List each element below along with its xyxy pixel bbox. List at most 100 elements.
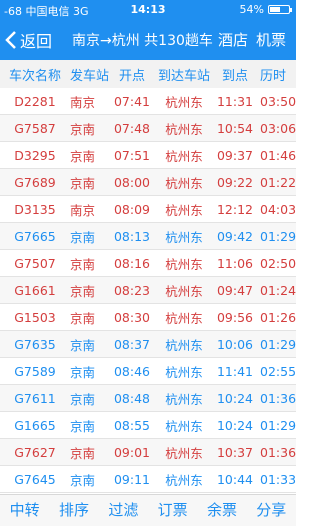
back-button[interactable]: 返回 [4, 28, 52, 52]
row-from: 京南 [70, 472, 96, 488]
header-dur[interactable]: 历时 [256, 60, 296, 88]
row-train: G7689 [14, 174, 56, 190]
row-train: D2281 [14, 93, 56, 109]
row-arr: 09:47 [216, 282, 254, 298]
row-train: G7665 [14, 228, 56, 244]
row-dep: 07:51 [113, 147, 151, 163]
hotel-button[interactable]: 酒店 [218, 29, 248, 50]
table-row[interactable]: G1661 京南 08:23 杭州东 09:47 01:24 [0, 277, 296, 304]
row-arr: 11:06 [216, 255, 254, 271]
row-arr: 10:06 [216, 336, 254, 352]
table-row[interactable]: G7587 京南 07:48 杭州东 10:54 03:06 [0, 115, 296, 142]
row-dep: 07:48 [113, 120, 151, 136]
row-train: G7507 [14, 255, 56, 271]
table-row[interactable]: G7627 京南 09:01 杭州东 10:37 01:36 [0, 439, 296, 466]
row-to: 杭州东 [165, 310, 203, 326]
header-to[interactable]: 到达车站 [154, 60, 214, 88]
train-list[interactable]: D2281 南京 07:41 杭州东 11:31 03:50 G7587 京南 07:48 杭州东… [0, 88, 296, 496]
row-dur: 04:03 [260, 201, 296, 217]
row-train: G7645 [14, 471, 56, 487]
row-dur: 03:06 [260, 120, 296, 136]
row-dep: 08:37 [113, 336, 151, 352]
header-from[interactable]: 发车站 [70, 60, 110, 88]
row-to: 杭州东 [165, 148, 203, 164]
row-train: G7627 [14, 444, 56, 460]
row-arr: 11:31 [216, 93, 254, 109]
flight-ticket-button[interactable]: 机票 [256, 29, 286, 50]
table-row[interactable]: G1503 京南 08:30 杭州东 09:56 01:26 [0, 304, 296, 331]
row-dep: 08:23 [113, 282, 151, 298]
row-from: 南京 [70, 94, 96, 110]
row-to: 杭州东 [165, 337, 203, 353]
row-to: 杭州东 [165, 283, 203, 299]
row-train: D3295 [14, 147, 56, 163]
row-to: 杭州东 [165, 229, 203, 245]
row-from: 京南 [70, 283, 96, 299]
table-row[interactable]: G7689 京南 08:00 杭州东 09:22 01:22 [0, 169, 296, 196]
status-bar: -68 中国电信 3G 14:13 54% [0, 0, 296, 20]
row-arr: 12:12 [216, 201, 254, 217]
row-from: 京南 [70, 445, 96, 461]
row-dep: 09:11 [113, 471, 151, 487]
back-label: 返回 [20, 32, 53, 51]
header-train[interactable]: 车次名称 [0, 60, 70, 88]
row-from: 京南 [70, 418, 96, 434]
filter-button[interactable]: 过滤 [99, 495, 148, 526]
row-from: 京南 [70, 175, 96, 191]
sort-button[interactable]: 排序 [49, 495, 98, 526]
row-arr: 09:42 [216, 228, 254, 244]
row-dep: 09:01 [113, 444, 151, 460]
row-from: 京南 [70, 391, 96, 407]
share-button[interactable]: 分享 [247, 495, 296, 526]
table-row[interactable]: D3295 京南 07:51 杭州东 09:37 01:46 [0, 142, 296, 169]
row-dep: 08:13 [113, 228, 151, 244]
row-dur: 01:46 [260, 147, 296, 163]
row-dur: 01:22 [260, 174, 296, 190]
table-row[interactable]: D3135 南京 08:09 杭州东 12:12 04:03 [0, 196, 296, 223]
book-button[interactable]: 订票 [148, 495, 197, 526]
row-from: 京南 [70, 364, 96, 380]
row-dep: 08:46 [113, 363, 151, 379]
table-row[interactable]: G7645 京南 09:11 杭州东 10:44 01:33 [0, 466, 296, 493]
remaining-tickets-button[interactable]: 余票 [197, 495, 246, 526]
row-arr: 10:24 [216, 390, 254, 406]
row-dur: 02:50 [260, 255, 296, 271]
row-train: G7611 [14, 390, 56, 406]
row-from: 京南 [70, 148, 96, 164]
row-dur: 01:29 [260, 228, 296, 244]
row-dep: 08:16 [113, 255, 151, 271]
row-train: G7589 [14, 363, 56, 379]
row-train: D3135 [14, 201, 56, 217]
table-row[interactable]: G7589 京南 08:46 杭州东 11:41 02:55 [0, 358, 296, 385]
row-dep: 08:09 [113, 201, 151, 217]
row-to: 杭州东 [165, 391, 203, 407]
row-train: G1503 [14, 309, 56, 325]
bottom-toolbar: 中转 排序 过滤 订票 余票 分享 [0, 494, 296, 526]
row-to: 杭州东 [165, 418, 203, 434]
table-header: 车次名称 发车站 开点 到达车站 到点 历时 [0, 60, 296, 88]
table-row[interactable]: G7507 京南 08:16 杭州东 11:06 02:50 [0, 250, 296, 277]
nav-bar: 返回 南京→杭州 共130趟车 酒店 机票 [0, 20, 296, 60]
row-arr: 09:56 [216, 309, 254, 325]
row-dur: 01:29 [260, 336, 296, 352]
transfer-button[interactable]: 中转 [0, 495, 49, 526]
row-arr: 10:44 [216, 471, 254, 487]
row-train: G7635 [14, 336, 56, 352]
table-row[interactable]: G7611 京南 08:48 杭州东 10:24 01:36 [0, 385, 296, 412]
table-row[interactable]: G1665 京南 08:55 杭州东 10:24 01:29 [0, 412, 296, 439]
row-dep: 08:48 [113, 390, 151, 406]
table-row[interactable]: G7635 京南 08:37 杭州东 10:06 01:29 [0, 331, 296, 358]
row-dur: 02:55 [260, 363, 296, 379]
row-to: 杭州东 [165, 256, 203, 272]
table-row[interactable]: G7665 京南 08:13 杭州东 09:42 01:29 [0, 223, 296, 250]
header-dep[interactable]: 开点 [110, 60, 154, 88]
row-dur: 01:29 [260, 417, 296, 433]
row-to: 杭州东 [165, 445, 203, 461]
row-to: 杭州东 [165, 472, 203, 488]
row-train: G1665 [14, 417, 56, 433]
row-arr: 10:54 [216, 120, 254, 136]
header-arr[interactable]: 到点 [214, 60, 256, 88]
table-row[interactable]: D2281 南京 07:41 杭州东 11:31 03:50 [0, 88, 296, 115]
row-train: G7587 [14, 120, 56, 136]
page-title: 南京→杭州 共130趟车 [72, 33, 213, 49]
